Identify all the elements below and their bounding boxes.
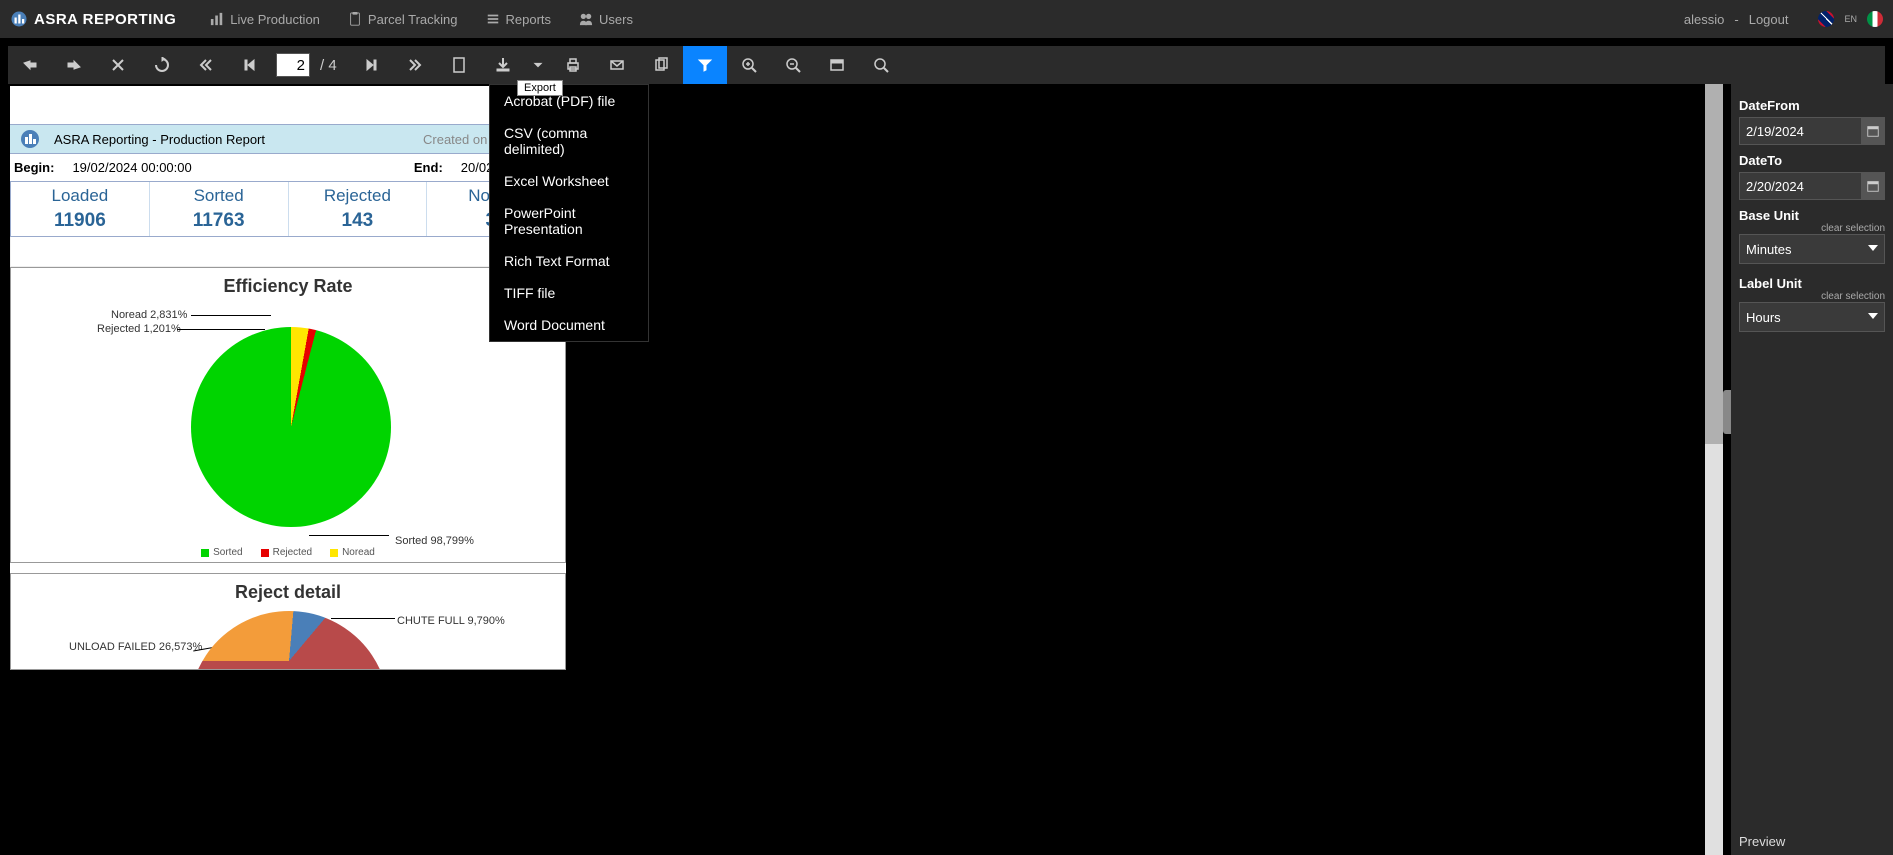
user-name: alessio xyxy=(1684,12,1724,27)
page-indicator: / 4 xyxy=(272,46,349,84)
zoom-out-button[interactable] xyxy=(771,46,815,84)
nav-parcel-tracking[interactable]: Parcel Tracking xyxy=(334,12,472,27)
pie-chart-icon xyxy=(191,327,391,527)
stat-sorted: Sorted11763 xyxy=(150,182,289,236)
panel-collapse-handle[interactable] xyxy=(1723,390,1731,434)
export-dropdown-button[interactable] xyxy=(525,46,551,84)
page-input[interactable] xyxy=(276,53,310,77)
report-viewer: ASRA Reporting - Production Report Creat… xyxy=(8,84,1723,855)
export-button[interactable] xyxy=(481,46,525,84)
end-label: End: xyxy=(414,160,443,175)
back-button[interactable] xyxy=(8,46,52,84)
export-item-pdf[interactable]: Acrobat (PDF) file xyxy=(490,85,648,117)
stop-button[interactable] xyxy=(96,46,140,84)
nav-label: Parcel Tracking xyxy=(368,12,458,27)
nav-live-production[interactable]: Live Production xyxy=(196,12,334,27)
copy-button[interactable] xyxy=(639,46,683,84)
chevron-down-icon xyxy=(1868,313,1878,319)
user-area: alessio - Logout EN xyxy=(1684,11,1883,27)
logout-link[interactable]: Logout xyxy=(1749,12,1789,27)
page-setup-button[interactable] xyxy=(437,46,481,84)
chevron-down-icon xyxy=(1868,245,1878,251)
calendar-icon[interactable] xyxy=(1861,117,1885,145)
report-header: ASRA Reporting - Production Report Creat… xyxy=(10,124,566,154)
first-page-button[interactable] xyxy=(184,46,228,84)
refresh-button[interactable] xyxy=(140,46,184,84)
last-page-button[interactable] xyxy=(393,46,437,84)
labelunit-select[interactable]: Hours xyxy=(1739,302,1885,332)
chart-efficiency-rate: Efficiency Rate Noread 2,831% Rejected 1… xyxy=(10,267,566,563)
print-button[interactable] xyxy=(551,46,595,84)
list-icon xyxy=(486,12,500,26)
export-item-excel[interactable]: Excel Worksheet xyxy=(490,165,648,197)
report-title: ASRA Reporting - Production Report xyxy=(54,132,265,147)
email-button[interactable] xyxy=(595,46,639,84)
report-document: ASRA Reporting - Production Report Creat… xyxy=(10,86,566,670)
baseunit-select[interactable]: Minutes xyxy=(1739,234,1885,264)
nav-label: Users xyxy=(599,12,633,27)
report-date-range: Begin: 19/02/2024 00:00:00 End: 20/02/20… xyxy=(10,154,566,181)
top-nav: ASRA REPORTING Live Production Parcel Tr… xyxy=(0,0,1893,38)
nav-label: Reports xyxy=(506,12,552,27)
brand-icon xyxy=(10,10,28,28)
dateto-label: DateTo xyxy=(1739,153,1885,168)
export-item-csv[interactable]: CSV (comma delimited) xyxy=(490,117,648,165)
preview-button[interactable]: Preview xyxy=(1739,834,1785,849)
scroll-thumb[interactable] xyxy=(1705,84,1723,444)
next-page-button[interactable] xyxy=(349,46,393,84)
stats-row: Loaded11906 Sorted11763 Rejected143 Nore… xyxy=(10,181,566,237)
stat-rejected: Rejected143 xyxy=(289,182,428,236)
nav-reports[interactable]: Reports xyxy=(472,12,566,27)
callout-rejected: Rejected 1,201% xyxy=(97,323,181,335)
callout-chute: CHUTE FULL 9,790% xyxy=(397,615,505,627)
brand[interactable]: ASRA REPORTING xyxy=(10,10,176,28)
begin-label: Begin: xyxy=(14,160,54,175)
export-item-rtf[interactable]: Rich Text Format xyxy=(490,245,648,277)
filter-panel: DateFrom DateTo Base Unit clear selectio… xyxy=(1731,84,1893,855)
export-item-ppt[interactable]: PowerPoint Presentation xyxy=(490,197,648,245)
export-item-word[interactable]: Word Document xyxy=(490,309,648,341)
chart-icon xyxy=(210,12,224,26)
report-toolbar: / 4 xyxy=(8,46,1885,84)
stat-loaded: Loaded11906 xyxy=(11,182,150,236)
report-logo-icon xyxy=(20,129,46,149)
callout-sorted: Sorted 98,799% xyxy=(395,535,474,547)
brand-label: ASRA REPORTING xyxy=(34,11,176,28)
chart-title: Reject detail xyxy=(11,582,565,603)
clear-selection-link[interactable]: clear selection xyxy=(1739,291,1885,302)
callout-unload: UNLOAD FAILED 26,573% xyxy=(69,641,202,653)
filter-button[interactable] xyxy=(683,46,727,84)
datefrom-label: DateFrom xyxy=(1739,98,1885,113)
chart-reject-detail: Reject detail CHUTE FULL 9,790% UNLOAD F… xyxy=(10,573,566,670)
nav-users[interactable]: Users xyxy=(565,12,647,27)
zoom-in-button[interactable] xyxy=(727,46,771,84)
export-menu: Acrobat (PDF) file CSV (comma delimited)… xyxy=(489,84,649,342)
scrollbar[interactable] xyxy=(1705,84,1723,855)
clipboard-icon xyxy=(348,12,362,26)
lang-label: EN xyxy=(1844,14,1857,24)
callout-noread: Noread 2,831% xyxy=(111,309,187,321)
flag-it-icon[interactable] xyxy=(1867,11,1883,27)
clear-selection-link[interactable]: clear selection xyxy=(1739,223,1885,234)
nav-label: Live Production xyxy=(230,12,320,27)
chart-legend: Sorted Rejected Noread xyxy=(11,547,565,558)
users-icon xyxy=(579,12,593,26)
pie-chart-icon xyxy=(189,611,389,669)
baseunit-label: Base Unit xyxy=(1739,208,1885,223)
export-item-tiff[interactable]: TIFF file xyxy=(490,277,648,309)
begin-value: 19/02/2024 00:00:00 xyxy=(72,160,191,175)
export-tooltip: Export xyxy=(517,80,563,96)
chart-title: Efficiency Rate xyxy=(11,276,565,297)
prev-page-button[interactable] xyxy=(228,46,272,84)
search-button[interactable] xyxy=(859,46,903,84)
flag-uk-icon[interactable] xyxy=(1818,11,1834,27)
forward-button[interactable] xyxy=(52,46,96,84)
calendar-icon[interactable] xyxy=(1861,172,1885,200)
labelunit-label: Label Unit xyxy=(1739,276,1885,291)
fullscreen-button[interactable] xyxy=(815,46,859,84)
